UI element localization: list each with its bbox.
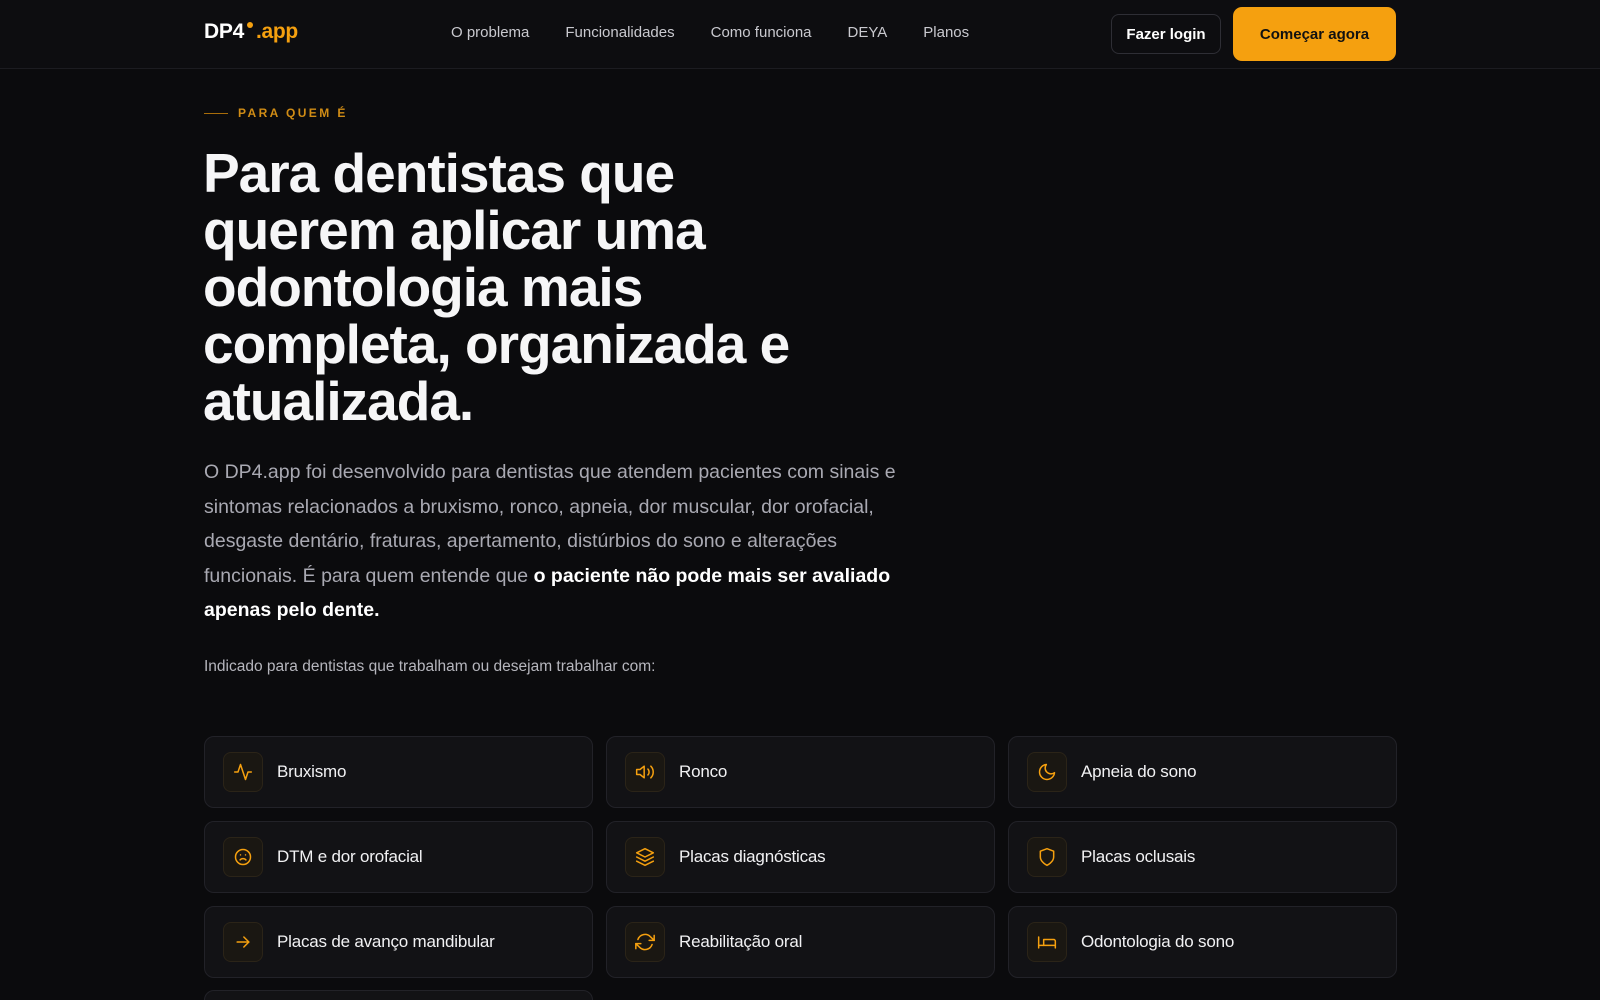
indicated-text: Indicado para dentistas que trabalham ou… (204, 658, 656, 675)
moon-icon (1027, 752, 1067, 792)
start-now-button[interactable]: Começar agora (1233, 7, 1396, 61)
shield-icon (1027, 837, 1067, 877)
arrow-right-icon (223, 922, 263, 962)
card-label: Bruxismo (277, 762, 347, 781)
login-button[interactable]: Fazer login (1111, 14, 1221, 54)
card-bruxismo[interactable]: Bruxismo (204, 736, 593, 808)
card-label: DTM e dor orofacial (277, 847, 423, 866)
nav-link-problema[interactable]: O problema (451, 24, 529, 41)
card-placas-oclusais[interactable]: Placas oclusais (1008, 821, 1397, 893)
nav-links: O problema Funcionalidades Como funciona… (451, 24, 969, 41)
hero-title: Para dentistas que querem aplicar uma od… (203, 142, 790, 432)
nav-link-deya[interactable]: DEYA (848, 24, 888, 41)
card-placas-diagnosticas[interactable]: Placas diagnósticas (606, 821, 995, 893)
card-apneia-do-sono[interactable]: Apneia do sono (1008, 736, 1397, 808)
card-label: Placas oclusais (1081, 847, 1196, 866)
card-placas-avanco-mandibular[interactable]: Placas de avanço mandibular (204, 906, 593, 978)
eyebrow-line (204, 112, 228, 114)
card-label: Placas de avanço mandibular (277, 932, 495, 951)
brand-dot-icon (246, 22, 253, 28)
card-label: Odontologia do sono (1081, 932, 1235, 951)
card-label: Ronco (679, 762, 728, 781)
card-reabilitacao-oral[interactable]: Reabilitação oral (606, 906, 995, 978)
brand-name-main: DP4 (204, 20, 244, 43)
section-eyebrow: PARA QUEM É (204, 106, 348, 120)
nav-link-funcionalidades[interactable]: Funcionalidades (565, 24, 674, 41)
activity-icon (223, 752, 263, 792)
layers-icon (625, 837, 665, 877)
card-ronco[interactable]: Ronco (606, 736, 995, 808)
speaker-icon (625, 752, 665, 792)
card-dtm-dor-orofacial[interactable]: DTM e dor orofacial (204, 821, 593, 893)
card-label: Placas diagnósticas (679, 847, 826, 866)
brand-name-suffix: .app (255, 20, 298, 43)
hero-description: O DP4.app foi desenvolvido para dentista… (204, 455, 904, 628)
top-navbar: DP4 .app O problema Funcionalidades Como… (0, 0, 1600, 69)
brand-logo[interactable]: DP4 .app (204, 20, 298, 44)
bed-icon (1027, 922, 1067, 962)
nav-link-como-funciona[interactable]: Como funciona (711, 24, 812, 41)
frown-icon (223, 837, 263, 877)
eyebrow-text: PARA QUEM É (238, 106, 348, 120)
card-label: Reabilitação oral (679, 932, 803, 951)
card-partial-offscreen[interactable] (204, 990, 593, 1000)
refresh-icon (625, 922, 665, 962)
specialty-grid: Bruxismo Ronco Apneia do sono DTM e dor … (204, 736, 1397, 978)
card-label: Apneia do sono (1081, 762, 1197, 781)
card-odontologia-do-sono[interactable]: Odontologia do sono (1008, 906, 1397, 978)
nav-link-planos[interactable]: Planos (923, 24, 969, 41)
